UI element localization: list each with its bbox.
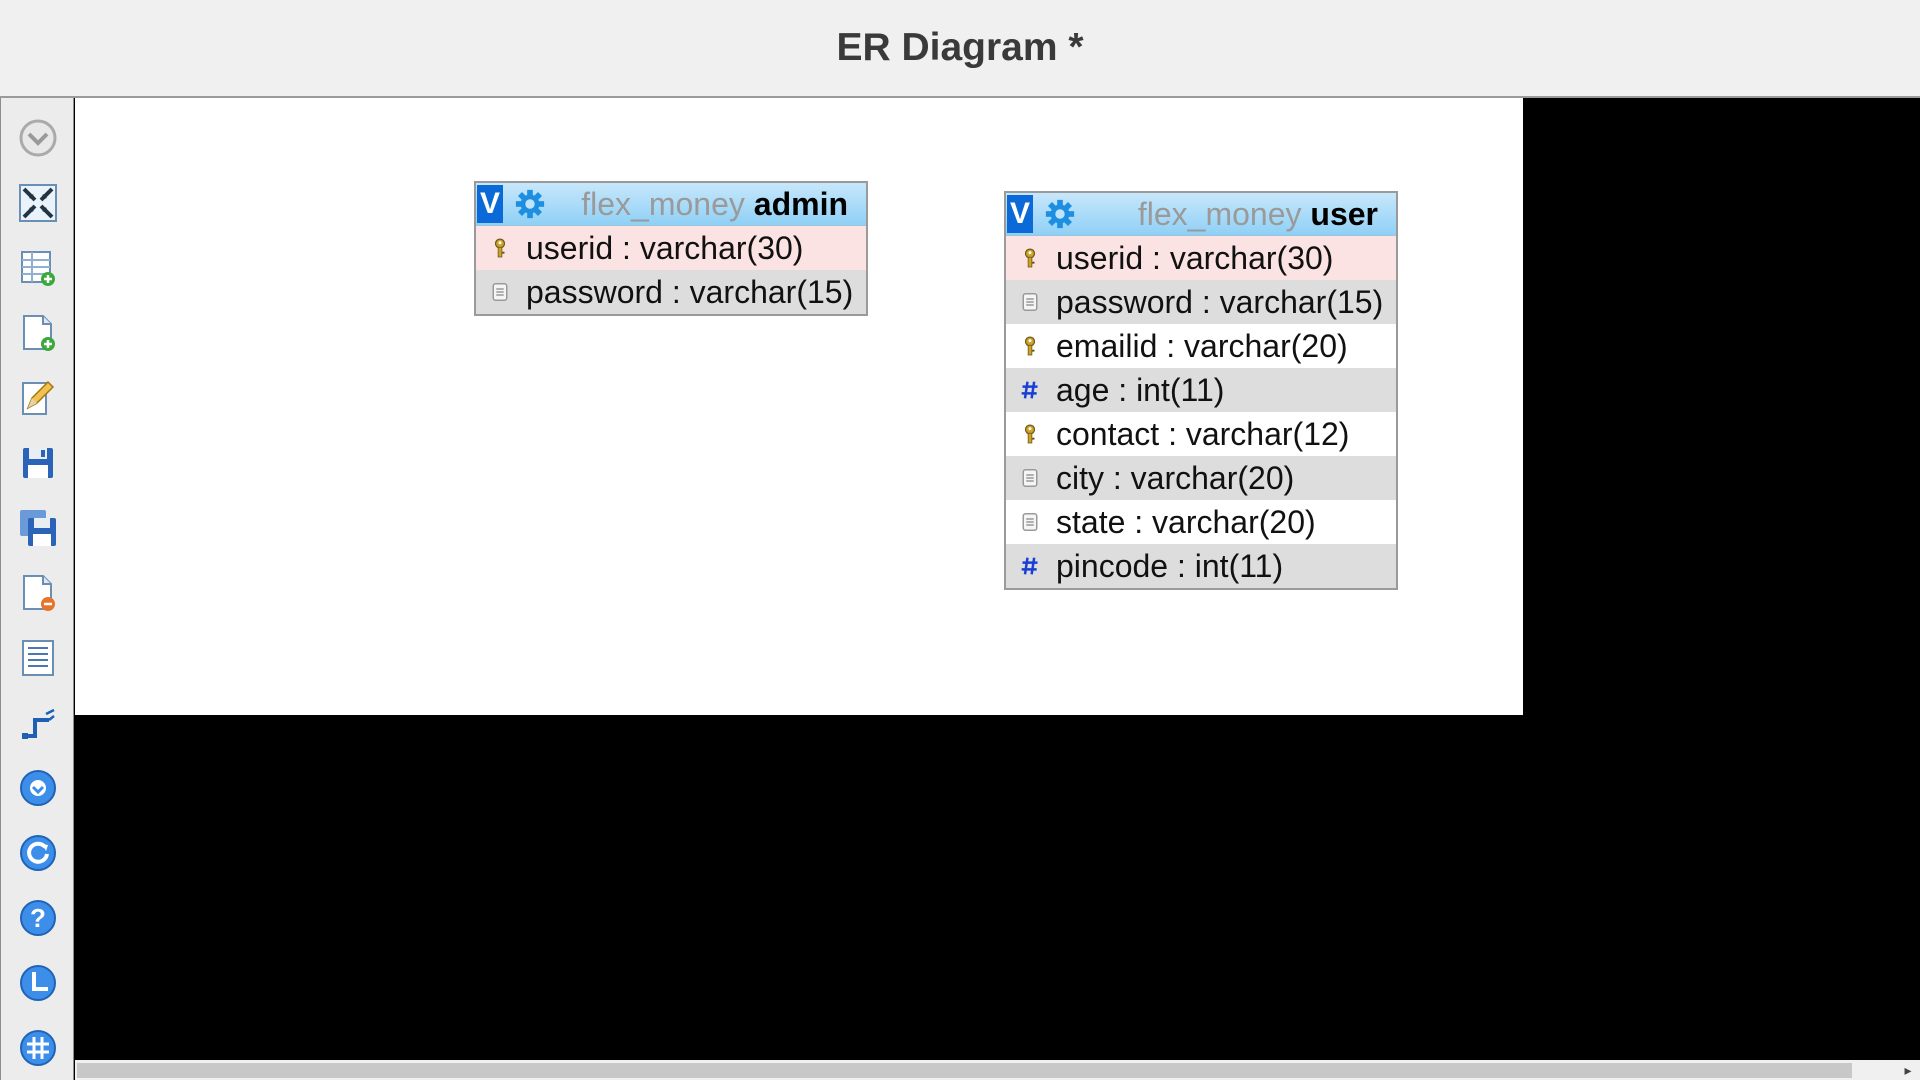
table-header-admin[interactable]: V flex_money admin xyxy=(476,183,866,226)
left-toolbar: ? xyxy=(0,98,74,1080)
column-row[interactable]: pincode : int(11) xyxy=(1006,544,1396,588)
angular-links-button[interactable] xyxy=(16,181,60,225)
relation-line-icon xyxy=(22,708,55,739)
new-page-button[interactable] xyxy=(16,311,60,355)
relation-button[interactable] xyxy=(16,701,60,745)
move-arrows-icon xyxy=(19,184,57,222)
grid-button[interactable] xyxy=(16,1026,60,1070)
floppy-save-as-icon xyxy=(20,510,56,546)
key-icon xyxy=(488,234,512,262)
help-button[interactable]: ? xyxy=(16,896,60,940)
page-title: ER Diagram * xyxy=(836,26,1084,69)
key-icon xyxy=(1018,244,1042,272)
column-row[interactable]: emailid : varchar(20) xyxy=(1006,324,1396,368)
toggle-menu-button[interactable] xyxy=(16,116,60,160)
title-bar: ER Diagram * xyxy=(0,0,1920,98)
table-title: flex_money admin xyxy=(581,186,848,223)
table-box-admin[interactable]: V flex_money admin userid : varchar(30) … xyxy=(474,181,868,316)
scrollbar-thumb[interactable] xyxy=(77,1063,1852,1078)
pencil-edit-icon xyxy=(22,380,55,415)
snap-to-grid-button[interactable] xyxy=(16,961,60,1005)
gear-icon[interactable] xyxy=(1043,197,1077,231)
refresh-button[interactable] xyxy=(16,831,60,875)
save-page-as-button[interactable] xyxy=(16,506,60,550)
column-row[interactable]: userid : varchar(30) xyxy=(476,226,866,270)
column-label: contact : varchar(12) xyxy=(1056,415,1350,452)
text-field-icon xyxy=(488,278,512,306)
hash-icon xyxy=(1018,552,1042,580)
toggle-all-button[interactable] xyxy=(16,766,60,810)
column-label: userid : varchar(30) xyxy=(526,229,804,266)
view-list-button[interactable] xyxy=(16,636,60,680)
column-row[interactable]: password : varchar(15) xyxy=(476,270,866,314)
add-tables-button[interactable] xyxy=(16,246,60,290)
column-label: emailid : varchar(20) xyxy=(1056,327,1348,364)
scroll-right-icon[interactable]: ▸ xyxy=(1896,1060,1920,1080)
horizontal-scrollbar[interactable]: ▸ xyxy=(75,1060,1920,1080)
key-icon xyxy=(1018,332,1042,360)
column-label: state : varchar(20) xyxy=(1056,503,1316,540)
column-row[interactable]: userid : varchar(30) xyxy=(1006,236,1396,280)
align-icon xyxy=(20,965,56,1001)
help-icon: ? xyxy=(20,900,56,936)
circle-down-icon xyxy=(20,770,56,806)
table-db-name: flex_money xyxy=(581,185,745,222)
save-page-button[interactable] xyxy=(16,441,60,485)
table-name: admin xyxy=(753,185,848,222)
key-icon xyxy=(1018,420,1042,448)
gear-icon[interactable] xyxy=(513,187,547,221)
table-title: flex_money user xyxy=(1138,196,1378,233)
column-row[interactable]: city : varchar(20) xyxy=(1006,456,1396,500)
table-add-icon xyxy=(21,251,55,286)
column-row[interactable]: contact : varchar(12) xyxy=(1006,412,1396,456)
chevron-down-circle-icon xyxy=(19,119,57,157)
table-toggle-button[interactable]: V xyxy=(1007,195,1033,233)
column-label: pincode : int(11) xyxy=(1056,547,1284,584)
text-field-icon xyxy=(1018,464,1042,492)
grid-icon xyxy=(20,1030,56,1066)
table-toggle-button[interactable]: V xyxy=(477,185,503,223)
text-field-icon xyxy=(1018,508,1042,536)
delete-page-button[interactable] xyxy=(16,571,60,615)
text-field-icon xyxy=(1018,288,1042,316)
hash-icon xyxy=(1018,376,1042,404)
column-label: userid : varchar(30) xyxy=(1056,239,1334,276)
floppy-save-icon xyxy=(23,448,53,478)
column-label: city : varchar(20) xyxy=(1056,459,1295,496)
column-label: password : varchar(15) xyxy=(1056,283,1384,320)
column-row[interactable]: password : varchar(15) xyxy=(1006,280,1396,324)
column-label: password : varchar(15) xyxy=(526,273,854,310)
table-db-name: flex_money xyxy=(1137,195,1302,232)
table-header-user[interactable]: V flex_money user xyxy=(1006,193,1396,236)
refresh-icon xyxy=(20,835,56,871)
page-add-icon xyxy=(23,315,55,351)
page-delete-icon xyxy=(23,575,55,611)
table-box-user[interactable]: V flex_money user userid : varchar(30) p… xyxy=(1004,191,1398,590)
column-row[interactable]: state : varchar(20) xyxy=(1006,500,1396,544)
edit-page-button[interactable] xyxy=(16,376,60,420)
column-label: age : int(11) xyxy=(1056,371,1225,408)
column-row[interactable]: age : int(11) xyxy=(1006,368,1396,412)
svg-text:?: ? xyxy=(30,903,46,933)
list-icon xyxy=(22,640,54,676)
table-name: user xyxy=(1310,195,1378,232)
